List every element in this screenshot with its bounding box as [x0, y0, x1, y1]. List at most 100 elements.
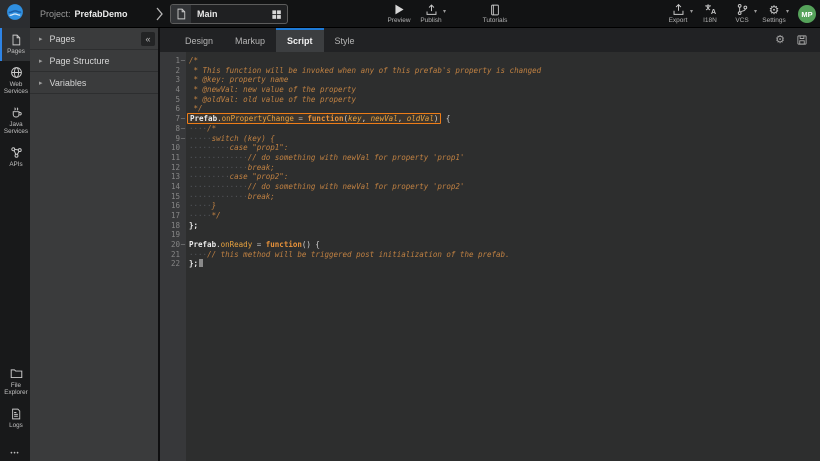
code-line-4[interactable]: * @newVal: new value of the property [189, 85, 820, 95]
tutorials-button[interactable]: Tutorials [479, 2, 511, 24]
code-line-7[interactable]: Prefab.onPropertyChange = function(key, … [189, 114, 820, 124]
script-settings-button[interactable]: ⚙ [775, 34, 785, 46]
gutter-line-18[interactable]: 18 [160, 221, 186, 231]
tutorials-label: Tutorials [483, 17, 508, 24]
editor-gutter[interactable]: 1–234567–8–9–1011121314151617181920–2122 [160, 52, 186, 461]
project-breadcrumb: Project: PrefabDemo [40, 0, 128, 28]
sidebar-item-file-explorer[interactable]: FileExplorer [0, 362, 30, 402]
sidebar-item-apis[interactable]: APIs [0, 141, 30, 174]
avatar[interactable]: MP [798, 5, 816, 23]
main-area: DesignMarkupScriptStyle ⚙ 1–234567–8–9–1… [160, 28, 820, 461]
publish-button[interactable]: ▾ Publish [415, 2, 447, 24]
tab-markup[interactable]: Markup [224, 28, 276, 52]
gutter-line-11[interactable]: 11 [160, 153, 186, 163]
editor-toolbar: ⚙ [775, 28, 820, 52]
more-menu-button[interactable]: ••• [0, 451, 30, 457]
panel-section-variables[interactable]: ▸ Variables [30, 72, 158, 94]
code-line-20[interactable]: Prefab.onReady = function() { [189, 240, 820, 250]
code-line-19[interactable] [189, 230, 820, 240]
wavemaker-logo[interactable] [0, 0, 30, 28]
editor-tabbar: DesignMarkupScriptStyle ⚙ [160, 28, 820, 52]
code-line-21[interactable]: ····// this method will be triggered pos… [189, 250, 820, 260]
code-line-1[interactable]: /* [189, 56, 820, 66]
sidebar-top-group: Pages WebServices JavaServices APIs [0, 28, 30, 174]
code-line-12[interactable]: ·············break; [189, 163, 820, 173]
code-line-9[interactable]: ·····switch (key) { [189, 134, 820, 144]
gutter-line-17[interactable]: 17 [160, 211, 186, 221]
tab-style[interactable]: Style [324, 28, 366, 52]
settings-label: Settings [762, 17, 786, 24]
gutter-line-16[interactable]: 16 [160, 201, 186, 211]
vcs-label: VCS [735, 17, 748, 24]
save-button[interactable] [796, 34, 808, 46]
gutter-line-12[interactable]: 12 [160, 163, 186, 173]
gutter-line-6[interactable]: 6 [160, 104, 186, 114]
gutter-line-15[interactable]: 15 [160, 192, 186, 202]
pages-panel: ▸ Pages ▸ Page Structure ▸ Variables « [30, 28, 160, 461]
gutter-line-10[interactable]: 10 [160, 143, 186, 153]
panel-section-label: Variables [50, 78, 87, 88]
code-line-14[interactable]: ·············// do something with newVal… [189, 182, 820, 192]
gutter-line-20[interactable]: 20– [160, 240, 186, 250]
sidebar-item-logs[interactable]: Logs [0, 402, 30, 435]
code-line-5[interactable]: * @oldVal: old value of the property [189, 95, 820, 105]
page-icon [10, 33, 22, 46]
gutter-line-19[interactable]: 19 [160, 230, 186, 240]
collapse-panel-button[interactable]: « [141, 32, 155, 46]
tab-design[interactable]: Design [174, 28, 224, 52]
code-line-11[interactable]: ·············// do something with newVal… [189, 153, 820, 163]
page-icon [171, 5, 191, 23]
svg-text:A: A [710, 7, 716, 16]
export-button[interactable]: ▾ Export [662, 2, 694, 24]
gutter-line-14[interactable]: 14 [160, 182, 186, 192]
gutter-line-9[interactable]: 9– [160, 134, 186, 144]
code-line-8[interactable]: ····/* [189, 124, 820, 134]
sidebar-item-web-services[interactable]: WebServices [0, 61, 30, 101]
chevron-right-icon: ▸ [39, 57, 43, 65]
sidebar-item-pages[interactable]: Pages [0, 28, 30, 61]
code-line-13[interactable]: ·········case "prop2": [189, 172, 820, 182]
code-editor[interactable]: 1–234567–8–9–1011121314151617181920–2122… [160, 52, 820, 461]
chevron-down-icon: ▾ [443, 8, 446, 15]
publish-label: Publish [420, 17, 441, 24]
gutter-line-3[interactable]: 3 [160, 75, 186, 85]
cup-icon [10, 106, 23, 119]
vcs-button[interactable]: ▾ VCS [726, 2, 758, 24]
page-selector[interactable]: Main [170, 4, 288, 24]
code-line-3[interactable]: * @key: property name [189, 75, 820, 85]
topbar-left-actions: Preview ▾ Publish Tutorials [383, 2, 511, 24]
gutter-line-13[interactable]: 13 [160, 172, 186, 182]
gutter-line-1[interactable]: 1– [160, 56, 186, 66]
gutter-line-2[interactable]: 2 [160, 66, 186, 76]
code-line-10[interactable]: ·········case "prop1": [189, 143, 820, 153]
folder-icon [10, 367, 23, 380]
tab-script[interactable]: Script [276, 28, 324, 52]
editor-code-area[interactable]: /* * This function will be invoked when … [186, 52, 820, 461]
sidebar-item-label: WebServices [4, 81, 28, 95]
gutter-line-21[interactable]: 21 [160, 250, 186, 260]
preview-label: Preview [387, 17, 410, 24]
code-line-18[interactable]: }; [189, 221, 820, 231]
sidebar-item-label: FileExplorer [4, 382, 27, 396]
settings-button[interactable]: ⚙ ▾ Settings [758, 2, 790, 24]
gutter-line-5[interactable]: 5 [160, 95, 186, 105]
code-line-15[interactable]: ·············break; [189, 192, 820, 202]
gutter-line-22[interactable]: 22 [160, 259, 186, 269]
gutter-line-4[interactable]: 4 [160, 85, 186, 95]
code-line-22[interactable]: }; [189, 259, 820, 269]
sidebar-item-java-services[interactable]: JavaServices [0, 101, 30, 141]
panel-section-page-structure[interactable]: ▸ Page Structure [30, 50, 158, 72]
gutter-line-8[interactable]: 8– [160, 124, 186, 134]
code-line-16[interactable]: ·····} [189, 201, 820, 211]
sidebar-item-label: Logs [9, 422, 23, 429]
page-selector-label: Main [191, 9, 265, 19]
grid-icon[interactable] [265, 9, 287, 20]
panel-section-pages[interactable]: ▸ Pages [30, 28, 158, 50]
i18n-button[interactable]: A I18N [694, 2, 726, 24]
code-line-2[interactable]: * This function will be invoked when any… [189, 66, 820, 76]
preview-button[interactable]: Preview [383, 2, 415, 24]
topbar-right-actions: ▾ Export A I18N ▾ VCS ⚙ ▾ Settings [662, 2, 790, 24]
code-line-17[interactable]: ·····*/ [189, 211, 820, 221]
globe-icon [10, 66, 23, 79]
gutter-line-7[interactable]: 7– [160, 114, 186, 124]
